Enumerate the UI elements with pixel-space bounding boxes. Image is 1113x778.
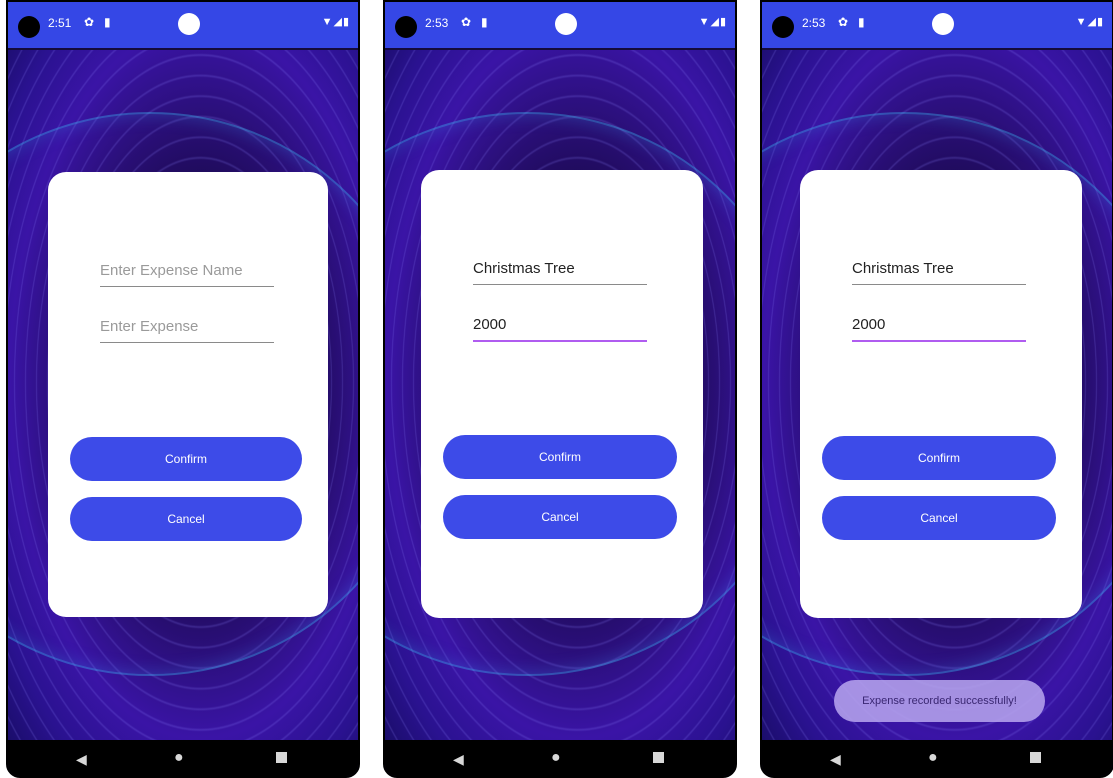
signal-icon: ◢: [710, 16, 720, 28]
wifi-icon: ▼: [1075, 16, 1088, 28]
expense-amount-input[interactable]: [852, 310, 1026, 338]
expense-name-field[interactable]: [852, 254, 1026, 285]
status-time: 2:51: [48, 16, 72, 30]
confirm-button[interactable]: Confirm: [822, 436, 1056, 480]
toast-message: Expense recorded successfully!: [834, 680, 1045, 722]
home-icon[interactable]: ●: [551, 749, 561, 767]
confirm-button[interactable]: Confirm: [443, 435, 677, 479]
status-bar: 2:53 ✿ ▮ ▼◢▮: [762, 2, 1112, 48]
recents-icon[interactable]: [1030, 752, 1041, 763]
expense-name-field[interactable]: [473, 254, 647, 285]
system-icons: ▼◢▮: [1076, 15, 1104, 28]
notification-dot-icon: [555, 13, 577, 35]
status-bar: 2:53 ✿ ▮ ▼◢▮: [385, 2, 735, 48]
sd-card-icon: ▮: [481, 15, 488, 29]
confirm-button[interactable]: Confirm: [70, 437, 302, 481]
expense-amount-input[interactable]: [100, 312, 274, 340]
expense-name-field[interactable]: [100, 256, 274, 287]
expense-dialog: Confirm Cancel: [800, 170, 1082, 618]
expense-dialog: Confirm Cancel: [421, 170, 703, 618]
settings-icon: ✿: [838, 15, 849, 29]
system-icons: ▼◢▮: [322, 15, 350, 28]
back-icon[interactable]: ◀: [453, 751, 464, 768]
home-icon[interactable]: ●: [174, 749, 184, 767]
camera-cutout: [395, 16, 417, 38]
navigation-bar: ◀ ●: [385, 740, 735, 776]
phone-screen-3: 2:53 ✿ ▮ ▼◢▮ Confirm Cancel Expense reco…: [760, 0, 1113, 778]
expense-amount-field[interactable]: [100, 312, 274, 343]
recents-icon[interactable]: [276, 752, 287, 763]
battery-icon: ▮: [719, 16, 727, 28]
system-icons: ▼◢▮: [699, 15, 727, 28]
expense-name-input[interactable]: [473, 254, 647, 282]
status-bar: 2:51 ✿ ▮ ▼◢▮: [8, 2, 358, 48]
notification-dot-icon: [178, 13, 200, 35]
status-time: 2:53: [425, 16, 449, 30]
recents-icon[interactable]: [653, 752, 664, 763]
home-icon[interactable]: ●: [928, 749, 938, 767]
signal-icon: ◢: [1087, 16, 1097, 28]
camera-cutout: [772, 16, 794, 38]
settings-icon: ✿: [84, 15, 95, 29]
notification-dot-icon: [932, 13, 954, 35]
expense-name-input[interactable]: [100, 256, 274, 284]
expense-amount-field[interactable]: [852, 310, 1026, 342]
navigation-bar: ◀ ●: [8, 740, 358, 776]
battery-icon: ▮: [1096, 16, 1104, 28]
back-icon[interactable]: ◀: [830, 751, 841, 768]
cancel-button[interactable]: Cancel: [443, 495, 677, 539]
camera-cutout: [18, 16, 40, 38]
status-time: 2:53: [802, 16, 826, 30]
cancel-button[interactable]: Cancel: [822, 496, 1056, 540]
phone-screen-2: 2:53 ✿ ▮ ▼◢▮ Confirm Cancel ◀ ●: [383, 0, 737, 778]
expense-amount-field[interactable]: [473, 310, 647, 342]
cancel-button[interactable]: Cancel: [70, 497, 302, 541]
wifi-icon: ▼: [321, 16, 334, 28]
expense-dialog: Confirm Cancel: [48, 172, 328, 617]
sd-card-icon: ▮: [858, 15, 865, 29]
back-icon[interactable]: ◀: [76, 751, 87, 768]
expense-amount-input[interactable]: [473, 310, 647, 338]
battery-icon: ▮: [342, 16, 350, 28]
settings-icon: ✿: [461, 15, 472, 29]
sd-card-icon: ▮: [104, 15, 111, 29]
signal-icon: ◢: [333, 16, 343, 28]
phone-screen-1: 2:51 ✿ ▮ ▼◢▮ Confirm Cancel ◀ ●: [6, 0, 360, 778]
wifi-icon: ▼: [698, 16, 711, 28]
navigation-bar: ◀ ●: [762, 740, 1112, 776]
expense-name-input[interactable]: [852, 254, 1026, 282]
